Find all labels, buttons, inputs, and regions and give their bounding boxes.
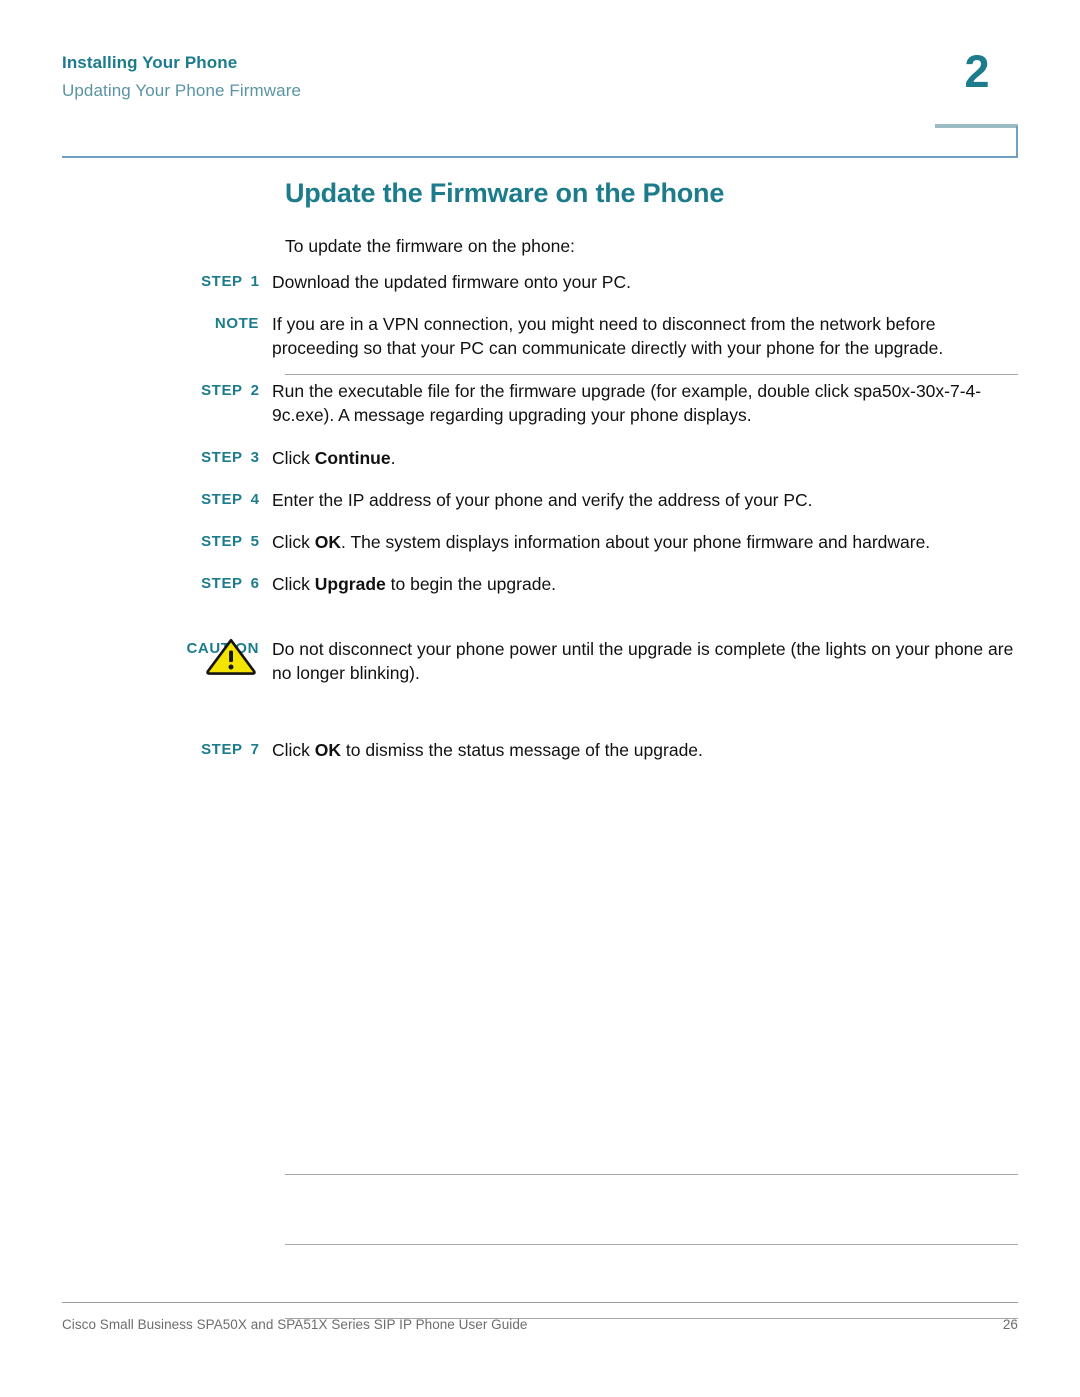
step-text-after: . The system displays information about … <box>341 531 931 552</box>
caution-icon-wrap <box>205 637 261 675</box>
footer-page-number: 26 <box>1002 1317 1018 1332</box>
running-header: Installing Your Phone Updating Your Phon… <box>62 52 1018 103</box>
step-row: STEP 7 Click OK to dismiss the status mes… <box>0 738 1018 763</box>
note-text: If you are in a VPN connection, you migh… <box>272 313 944 359</box>
step-label: STEP 6 <box>0 572 272 596</box>
header-chapter-title: Installing Your Phone <box>62 53 238 72</box>
divider-above-caution <box>285 1173 1018 1175</box>
step-label-word: STEP <box>201 740 243 758</box>
header-rule-accent <box>935 124 1018 128</box>
step-label-number: 5 <box>250 532 259 550</box>
header-rule-horizontal <box>62 156 1018 158</box>
step-text-before: Click <box>272 739 315 760</box>
steps-list: STEP 1 Download the updated firmware onto… <box>0 270 1080 1319</box>
step-text-emphasis: OK <box>314 739 342 760</box>
footer-content: Cisco Small Business SPA50X and SPA51X S… <box>62 1317 1018 1332</box>
page-content: Update the Firmware on the Phone To upda… <box>0 176 1080 1319</box>
step-label: STEP 7 <box>0 738 272 762</box>
step-text: Click OK to dismiss the status message o… <box>272 738 1018 763</box>
step-label-word: STEP <box>201 448 243 466</box>
step-text-after: . <box>390 447 396 468</box>
step-row: STEP 4 Enter the IP address of your phone… <box>0 488 1018 513</box>
step-label: STEP 5 <box>0 530 272 554</box>
step-text-before: Click <box>272 531 315 552</box>
divider-below-caution <box>285 1243 1018 1245</box>
step-text: Enter the IP address of your phone and v… <box>272 490 813 510</box>
intro-text: To update the firmware on the phone: <box>285 236 575 256</box>
step-text-after: to dismiss the status message of the upg… <box>341 739 703 760</box>
footer-document-title: Cisco Small Business SPA50X and SPA51X S… <box>62 1317 528 1332</box>
step-text: Click Upgrade to begin the upgrade. <box>272 572 1018 597</box>
step-label-word: STEP <box>201 532 243 550</box>
step-text-after: to begin the upgrade. <box>385 574 557 594</box>
step-label: STEP 1 <box>0 270 272 294</box>
warning-triangle-icon <box>206 638 256 675</box>
step-label-number: 3 <box>250 448 259 466</box>
step-text: Run the executable file for the firmware… <box>272 380 982 426</box>
note-label: NOTE <box>0 312 272 336</box>
note-row: NOTE If you are in a VPN connection, you… <box>0 312 1018 361</box>
caution-row: CAUTION Do not disconnect your phone pow… <box>0 637 1018 686</box>
step-text: Click OK. The system displays informatio… <box>272 530 1018 555</box>
step-text: Download the updated firmware onto your … <box>272 272 631 292</box>
step-label-number: 7 <box>250 740 259 758</box>
chapter-number: 2 <box>964 46 990 97</box>
caution-block: CAUTION Do not disconnect your phone pow… <box>0 637 1080 1319</box>
step-label: STEP 2 <box>0 379 272 403</box>
header-rule-vertical <box>1016 126 1018 158</box>
step-row: STEP 1 Download the updated firmware onto… <box>0 270 1018 295</box>
step-label-word: STEP <box>201 381 243 399</box>
step-text-before: Click <box>272 574 315 594</box>
step-text-emphasis: OK <box>314 531 342 552</box>
step-label-number: 1 <box>250 273 259 290</box>
page-footer: Cisco Small Business SPA50X and SPA51X S… <box>62 1302 1018 1332</box>
caution-text: Do not disconnect your phone power until… <box>272 638 1014 684</box>
step-text-before: Click <box>272 447 315 468</box>
step-label-number: 6 <box>250 575 259 592</box>
step-text-emphasis: Continue <box>314 447 391 468</box>
header-section-title: Updating Your Phone Firmware <box>62 81 302 100</box>
step-row: STEP 2 Run the executable file for the fi… <box>0 379 1018 428</box>
step-text-emphasis: Upgrade <box>314 574 386 594</box>
step-label: STEP 3 <box>0 446 272 470</box>
note-label-word: NOTE <box>214 314 259 332</box>
step-row: STEP 5 Click OK. The system displays info… <box>0 530 1018 555</box>
step-label-word: STEP <box>201 491 243 508</box>
step-label-word: STEP <box>201 273 243 290</box>
step-label: STEP 4 <box>0 488 272 512</box>
step-label-number: 4 <box>250 491 259 508</box>
page-title: Update the Firmware on the Phone <box>285 178 725 208</box>
step-text: Click Continue. <box>272 446 1018 471</box>
divider-above-steps <box>285 374 1018 375</box>
step-row: STEP 3 Click Continue. <box>0 446 1018 471</box>
step-row: STEP 6 Click Upgrade to begin the upgrade… <box>0 572 1018 597</box>
footer-divider <box>62 1302 1018 1303</box>
step-label-word: STEP <box>201 575 243 592</box>
document-page: Installing Your Phone Updating Your Phon… <box>0 0 1080 1397</box>
step-label-number: 2 <box>250 381 259 399</box>
